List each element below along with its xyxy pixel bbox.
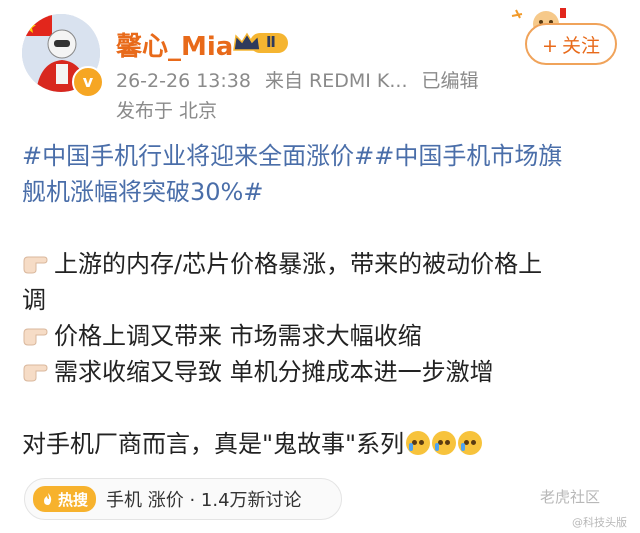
pointing-right-hand-icon	[23, 364, 48, 382]
follow-label: 关注	[561, 35, 600, 57]
bullet-text: 价格上调又带来 市场需求大幅收缩	[54, 322, 422, 350]
plus-icon: +	[542, 35, 558, 57]
watermark-sub: @科技头版	[572, 516, 627, 529]
closing-line: 对手机厂商而言，真是"鬼故事"系列	[22, 426, 622, 462]
edited-label[interactable]: 已编辑	[422, 70, 479, 92]
topic-link[interactable]: #中国手机行业将迎来全面涨价##中国手机市场旗	[22, 138, 622, 174]
post-location: 发布于 北京	[116, 100, 218, 122]
username[interactable]: 馨心_Mia	[116, 26, 233, 63]
post-source: 来自 REDMI K...	[265, 70, 408, 92]
bullet-line: 价格上调又带来 市场需求大幅收缩	[22, 318, 622, 354]
bullet-line: 需求收缩又导致 单机分摊成本进一步激增	[22, 354, 622, 390]
topic-link[interactable]: 舰机涨幅将突破30%#	[22, 174, 622, 210]
level-badge: Ⅱ	[232, 30, 290, 56]
follow-button[interactable]: + 关注	[525, 23, 617, 65]
crown-icon	[233, 32, 288, 53]
crying-face-icon	[432, 431, 457, 455]
level-text: Ⅱ	[266, 33, 276, 51]
hot-search-tag: 热搜	[33, 486, 97, 512]
post-content: #中国手机行业将迎来全面涨价##中国手机市场旗 舰机涨幅将突破30%# 上游的内…	[22, 138, 622, 462]
post-meta: 26-2-26 13:38 来自 REDMI K... 已编辑	[116, 66, 487, 93]
pointing-right-hand-icon	[23, 328, 48, 346]
crying-face-icon	[458, 431, 483, 455]
bullet-text: 上游的内存/芯片价格暴涨，带来的被动价格上	[54, 250, 543, 278]
bullet-continuation: 调	[22, 286, 46, 314]
verified-badge-icon: v	[72, 66, 104, 98]
crying-face-icon	[406, 431, 431, 455]
hot-search-text: 手机 涨价 · 1.4万新讨论	[106, 490, 302, 511]
watermark: 老虎社区	[540, 488, 601, 506]
bullet-line: 上游的内存/芯片价格暴涨，带来的被动价格上	[22, 246, 622, 282]
flame-icon	[44, 493, 52, 505]
post-date: 26-2-26 13:38	[116, 70, 251, 92]
bullet-text: 需求收缩又导致 单机分摊成本进一步激增	[54, 358, 494, 386]
pointing-right-hand-icon	[23, 256, 48, 274]
closing-text: 对手机厂商而言，真是"鬼故事"系列	[22, 430, 405, 458]
hot-search-link[interactable]: 热搜 手机 涨价 · 1.4万新讨论	[24, 478, 342, 520]
